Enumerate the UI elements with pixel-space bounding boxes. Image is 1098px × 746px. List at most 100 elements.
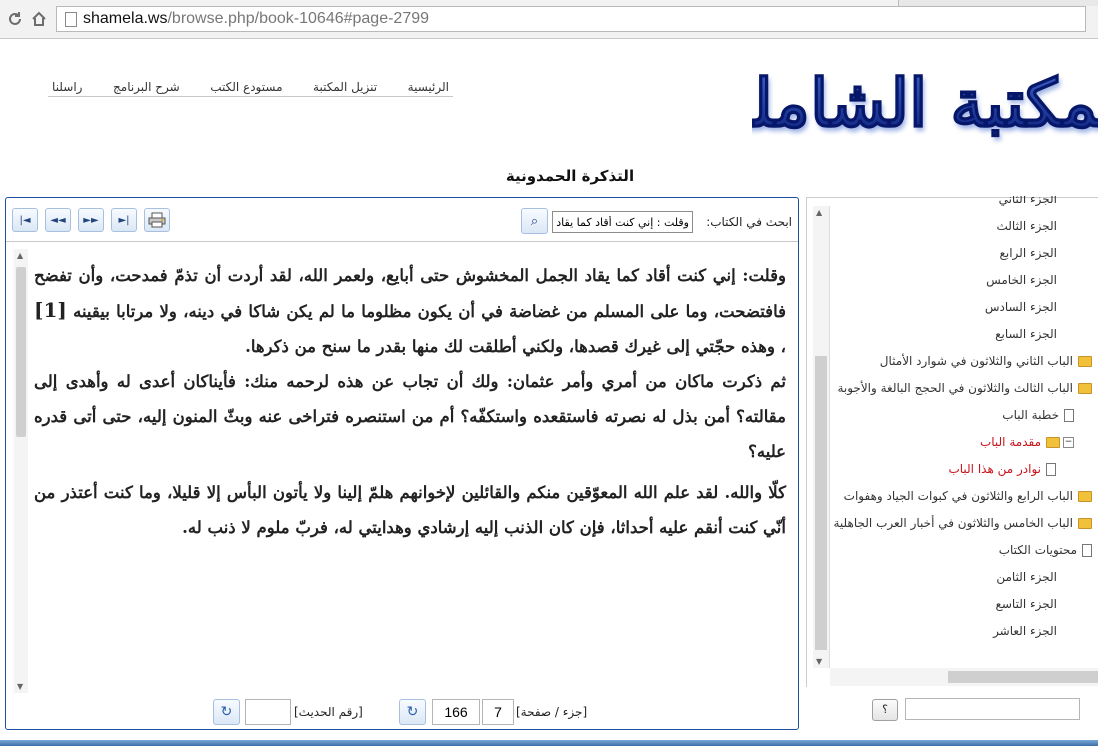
book-search-input[interactable] xyxy=(552,211,693,233)
tree-item[interactable]: خطبة الباب xyxy=(1002,406,1074,424)
content-scrollbar[interactable]: ▲ ▼ xyxy=(14,249,28,693)
nav-home[interactable]: الرئيسية xyxy=(404,80,453,96)
tree-item-label: الجزء التاسع xyxy=(995,597,1057,611)
scroll-up-icon[interactable]: ▲ xyxy=(17,251,23,260)
tree-item[interactable]: الجزء العاشر xyxy=(993,622,1062,640)
page-icon xyxy=(1082,543,1092,557)
go-hadith-button[interactable]: ↻ xyxy=(213,699,240,725)
scrollbar-thumb[interactable] xyxy=(815,356,827,650)
tree-item[interactable]: الباب الثاني والثلاثون في شوارد الأمثال xyxy=(880,352,1092,370)
tree-item[interactable]: الباب الرابع والثلاثون في كبوات الجياد و… xyxy=(844,487,1092,505)
tree-item-label: محتويات الكتاب xyxy=(998,543,1077,557)
tree-item-label: خطبة الباب xyxy=(1002,408,1059,422)
tree-item[interactable]: الجزء التاسع xyxy=(995,595,1062,613)
tree-item[interactable]: الجزء الثامن xyxy=(996,568,1062,586)
folder-icon xyxy=(1078,355,1092,367)
tree-scrollbar[interactable]: ▲ ▼ xyxy=(813,206,830,668)
tree-item[interactable]: محتويات الكتاب xyxy=(999,541,1092,559)
toc-search-button[interactable]: ؟ xyxy=(872,699,898,721)
scroll-up-icon[interactable]: ▲ xyxy=(816,208,822,217)
part-input[interactable] xyxy=(482,699,514,725)
tree-item-label: الجزء العاشر xyxy=(993,624,1057,638)
tree-item-label: الجزء الرابع xyxy=(999,246,1058,260)
hadith-number-label: [رقم الحديث] xyxy=(294,705,363,719)
refresh-icon: ↻ xyxy=(406,704,419,720)
folder-icon xyxy=(1078,490,1092,502)
scrollbar-thumb[interactable] xyxy=(16,267,26,437)
scrollbar-thumb[interactable] xyxy=(948,671,1098,683)
tree-item-label: الجزء الخامس xyxy=(986,273,1057,287)
book-title: التذكرة الحمدونية xyxy=(505,167,635,185)
tree-item[interactable]: الجزء الثالث xyxy=(996,217,1062,235)
prev-page-button[interactable]: ◄◄ xyxy=(45,208,71,232)
tree-item[interactable]: الباب الثالث والثلاثون في الحجج البالغة … xyxy=(837,379,1092,397)
paragraph: وقلت: إني كنت أقاد كما يقاد الجمل المخشو… xyxy=(34,258,786,364)
tree-item[interactable]: − مقدمة الباب xyxy=(980,433,1074,451)
tree-horizontal-scrollbar[interactable] xyxy=(830,668,1098,686)
top-navigation: الرئيسية تنزيل المكتبة مستودع الكتب شرح … xyxy=(48,80,453,97)
logo-text: المكتبة الشاملة xyxy=(752,64,1098,142)
page-icon xyxy=(1064,408,1074,422)
paragraph: ثم ذكرت ماكان من أمري وأمر عثمان: ولك أن… xyxy=(34,372,786,461)
nav-download[interactable]: تنزيل المكتبة xyxy=(309,80,381,96)
folder-icon xyxy=(1078,517,1092,529)
tree-item[interactable]: الجزء السابع xyxy=(995,325,1062,343)
folder-icon xyxy=(1078,382,1092,394)
collapse-icon[interactable]: − xyxy=(1063,436,1074,448)
fast-forward-icon: ►► xyxy=(83,214,99,226)
tree-item-label: الجزء السابع xyxy=(995,327,1057,341)
skip-end-icon: ►| xyxy=(118,214,130,226)
scroll-down-icon[interactable]: ▼ xyxy=(17,682,23,691)
paragraph-text: وقلت: إني كنت أقاد كما يقاد الجمل المخشو… xyxy=(34,266,786,321)
nav-contact[interactable]: راسلنا xyxy=(48,80,86,96)
site-logo[interactable]: المكتبة الشاملة المكتبة الشاملة xyxy=(752,42,1098,160)
address-bar[interactable]: shamela.ws/browse.php/book-10646#page-27… xyxy=(56,6,1086,32)
os-taskbar xyxy=(0,740,1098,746)
first-page-button[interactable]: |◄ xyxy=(12,208,38,232)
next-page-button[interactable]: ►► xyxy=(78,208,104,232)
toc-search-input[interactable] xyxy=(905,698,1080,720)
home-icon[interactable] xyxy=(28,8,50,30)
last-page-button[interactable]: ►| xyxy=(111,208,137,232)
tree-item-label: الجزء الثالث xyxy=(996,219,1057,233)
tree-item-label: الجزء الثامن xyxy=(996,570,1057,584)
tree-item-label: الباب الثالث والثلاثون في الحجج البالغة … xyxy=(837,381,1073,395)
page-input[interactable] xyxy=(432,699,480,725)
search-icon: ⌕ xyxy=(530,213,539,229)
tree-item-label: الجزء الثاني xyxy=(998,196,1057,206)
printer-icon xyxy=(148,212,166,228)
tree-list: الجزء الثاني الجزء الثالث الجزء الرابع الجز… xyxy=(830,196,1096,661)
scroll-down-icon[interactable]: ▼ xyxy=(816,657,822,666)
tree-item-label: الباب الثاني والثلاثون في شوارد الأمثال xyxy=(879,354,1073,368)
search-button[interactable]: ⌕ xyxy=(521,208,548,234)
skip-start-icon: |◄ xyxy=(19,214,31,226)
tree-item[interactable]: الجزء الرابع xyxy=(1000,244,1063,262)
nav-program-guide[interactable]: شرح البرنامج xyxy=(109,80,184,96)
tree-item[interactable]: الجزء الثاني xyxy=(999,196,1062,208)
reload-icon[interactable] xyxy=(4,8,26,30)
tree-item[interactable]: الجزء السادس xyxy=(985,298,1062,316)
folder-icon xyxy=(1046,436,1060,448)
tree-item-label: نوادر من هذا الباب xyxy=(948,462,1041,476)
tree-item[interactable]: الجزء الخامس xyxy=(986,271,1062,289)
url-text: shamela.ws/browse.php/book-10646#page-27… xyxy=(83,10,430,27)
footnote-link[interactable]: [1] xyxy=(34,298,67,322)
search-label: ابحث في الكتاب: xyxy=(706,215,792,229)
page-icon xyxy=(65,11,77,27)
tree-item-label: مقدمة الباب xyxy=(979,435,1041,449)
tree-item-label: الباب الخامس والثلاثون في أخبار العرب ال… xyxy=(833,516,1074,530)
part-page-label: [جزء / صفحة] xyxy=(516,705,588,719)
tree-item[interactable]: نوادر من هذا الباب xyxy=(948,460,1056,478)
book-content: وقلت: إني كنت أقاد كما يقاد الجمل المخشو… xyxy=(34,258,786,688)
print-button[interactable] xyxy=(144,208,170,232)
tree-item-label: الباب الرابع والثلاثون في كبوات الجياد و… xyxy=(843,489,1073,503)
paragraph: كلّا والله. لقد علم الله المعوّقين منكم … xyxy=(34,483,786,537)
tree-item[interactable]: الباب الخامس والثلاثون في أخبار العرب ال… xyxy=(833,514,1092,532)
page-icon xyxy=(1046,462,1056,476)
rewind-icon: ◄◄ xyxy=(50,214,66,226)
refresh-icon: ↻ xyxy=(220,704,233,720)
hadith-number-input[interactable] xyxy=(245,699,291,725)
nav-books-repository[interactable]: مستودع الكتب xyxy=(206,80,286,96)
go-page-button[interactable]: ↻ xyxy=(399,699,426,725)
paragraph-text: ، وهذه حجّتي إلى غيرك قصدها، ولكني أطلقت… xyxy=(245,337,786,356)
